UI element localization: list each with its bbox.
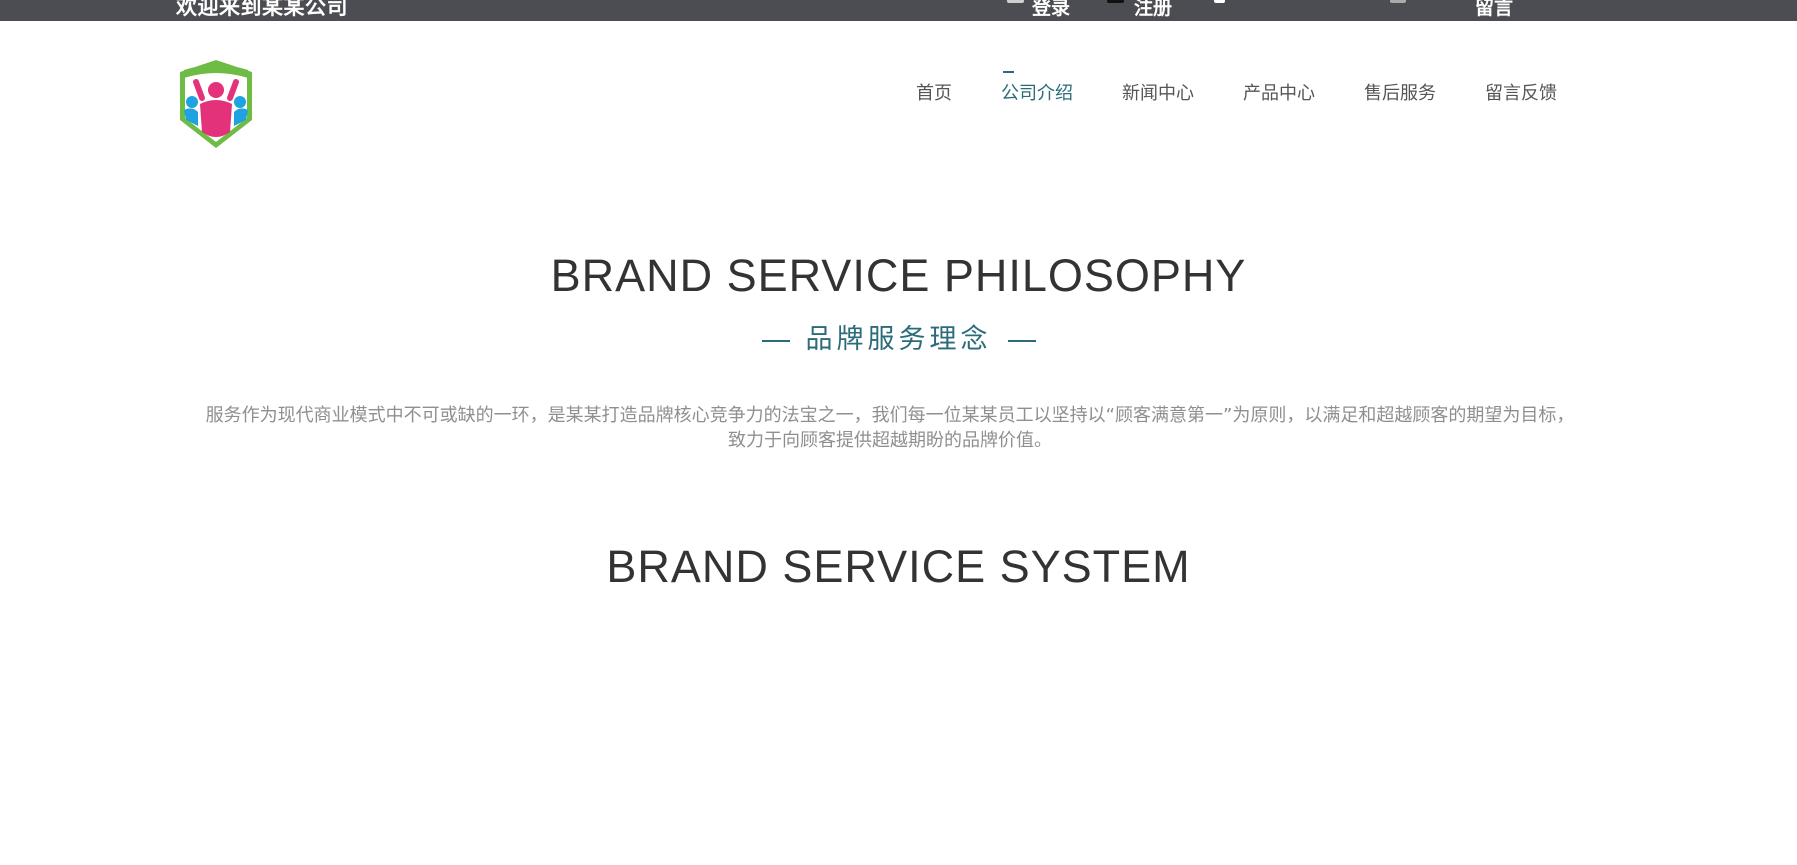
child-welfare-badge-logo[interactable] [176, 58, 256, 150]
top-bar: 欢迎来到某某公司 登录 注册 留言 [0, 0, 1797, 21]
register-icon[interactable] [1107, 0, 1124, 3]
nav-news[interactable]: 新闻中心 [1122, 81, 1194, 107]
nav-home[interactable]: 首页 [916, 81, 952, 107]
subtitle-dash-right [1007, 339, 1036, 342]
main-nav: 首页 公司介绍 新闻中心 产品中心 售后服务 留言反馈 [867, 71, 1557, 107]
login-link[interactable]: 登录 [1032, 0, 1070, 19]
nav-products[interactable]: 产品中心 [1243, 81, 1315, 107]
philosophy-subtitle-text: 品牌服务理念 [805, 324, 992, 355]
nav-after-sales[interactable]: 售后服务 [1364, 81, 1436, 107]
philosophy-subtitle: 品牌服务理念 [0, 317, 1797, 356]
register-link[interactable]: 注册 [1134, 0, 1172, 19]
subtitle-dash-left [761, 339, 790, 342]
nav-company-intro[interactable]: 公司介绍 [1001, 71, 1073, 107]
philosophy-description: 服务作为现代商业模式中不可或缺的一环，是某某打造品牌核心竞争力的法宝之一，我们每… [205, 405, 1575, 451]
site-header: 首页 公司介绍 新闻中心 产品中心 售后服务 留言反馈 [0, 21, 1797, 171]
system-title: BRAND SERVICE SYSTEM [606, 541, 1191, 592]
message-link[interactable]: 留言 [1475, 0, 1513, 19]
philosophy-title: BRAND SERVICE PHILOSOPHY [550, 250, 1247, 301]
user-icon[interactable] [1007, 0, 1024, 3]
mail-icon [1390, 0, 1406, 3]
welcome-text: 欢迎来到某某公司 [176, 0, 348, 19]
nav-feedback[interactable]: 留言反馈 [1485, 81, 1557, 107]
phone-icon [1214, 0, 1225, 3]
